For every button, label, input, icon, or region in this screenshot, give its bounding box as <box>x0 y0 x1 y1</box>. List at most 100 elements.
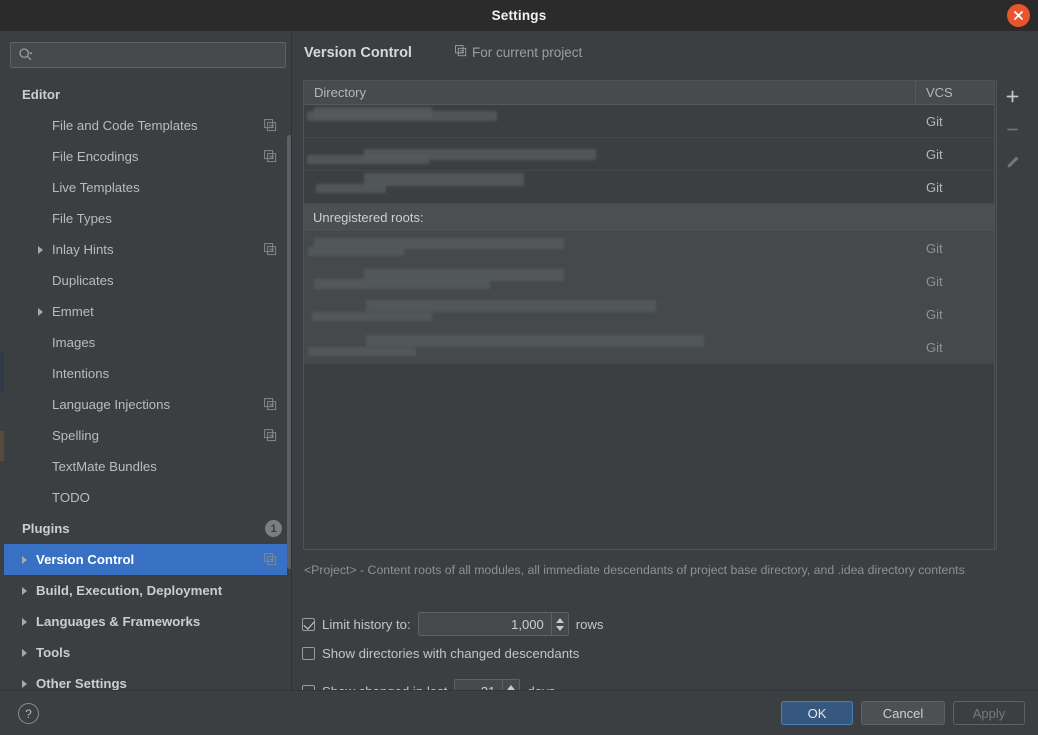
project-scope-icon <box>264 119 277 132</box>
sidebar-item-languages-frameworks[interactable]: Languages & Frameworks <box>4 606 292 637</box>
page-title: Version Control <box>304 45 412 61</box>
redaction-bar <box>312 312 432 321</box>
sidebar-item-spelling[interactable]: Spelling <box>4 420 292 451</box>
ok-button[interactable]: OK <box>781 701 853 725</box>
column-header-directory[interactable]: Directory <box>304 81 916 104</box>
sidebar-item-label: Languages & Frameworks <box>36 614 201 629</box>
expand-arrow-icon[interactable] <box>38 307 43 316</box>
sidebar-item-duplicates[interactable]: Duplicates <box>4 265 292 296</box>
apply-button[interactable]: Apply <box>953 701 1025 725</box>
sidebar-item-label: Version Control <box>36 552 135 567</box>
sidebar-item-language-injections[interactable]: Language Injections <box>4 389 292 420</box>
column-header-vcs[interactable]: VCS <box>916 81 994 104</box>
option-show-changed-descendants: Show directories with changed descendant… <box>302 646 579 661</box>
directory-cell-redacted[interactable] <box>304 331 916 363</box>
sidebar-item-label: Spelling <box>52 428 99 443</box>
settings-tree: Editor File and Code Templates File Encodi… <box>4 79 292 690</box>
project-scope-icon <box>455 45 467 60</box>
expand-arrow-icon[interactable] <box>22 555 27 564</box>
sidebar-item-todo[interactable]: TODO <box>4 482 292 513</box>
vcs-directory-table: Directory VCS Git Git Git Unregistered root… <box>303 80 995 550</box>
sidebar-item-file-types[interactable]: File Types <box>4 203 292 234</box>
limit-history-checkbox[interactable] <box>302 617 315 631</box>
table-row[interactable]: Git <box>304 232 994 265</box>
directory-cell-redacted[interactable] <box>304 265 916 297</box>
redaction-bar <box>308 347 416 356</box>
sidebar-item-label: File Encodings <box>52 149 139 164</box>
sidebar-item-label: Live Templates <box>52 180 140 195</box>
sidebar-item-label: Intentions <box>52 366 110 381</box>
table-row[interactable]: Git <box>304 105 994 138</box>
project-scope-icon <box>264 398 277 411</box>
sidebar-item-other-settings[interactable]: Other Settings <box>4 668 292 690</box>
project-scope-icon <box>264 243 277 256</box>
stepper-up-icon[interactable] <box>555 617 564 623</box>
vcs-cell: Git <box>926 113 943 129</box>
help-icon[interactable]: ? <box>18 703 39 724</box>
sidebar-item-images[interactable]: Images <box>4 327 292 358</box>
sidebar-item-version-control[interactable]: Version Control <box>4 544 292 575</box>
vcs-cell: Git <box>926 339 943 355</box>
sidebar-item-label: Plugins <box>22 521 70 536</box>
add-button[interactable] <box>997 80 1027 113</box>
expand-arrow-icon[interactable] <box>22 617 27 626</box>
sidebar-item-textmate-bundles[interactable]: TextMate Bundles <box>4 451 292 482</box>
limit-history-label: Limit history to: <box>322 616 411 632</box>
limit-history-stepper-arrows[interactable] <box>550 613 568 635</box>
close-icon[interactable] <box>1007 4 1030 27</box>
vcs-cell: Git <box>926 146 943 162</box>
scope-label: For current project <box>471 45 583 60</box>
directory-cell-redacted[interactable] <box>304 138 916 170</box>
sidebar-item-inlay-hints[interactable]: Inlay Hints <box>4 234 292 265</box>
table-row[interactable]: Git <box>304 265 994 298</box>
plugins-update-badge: 1 <box>265 520 282 537</box>
sidebar-item-tools[interactable]: Tools <box>4 637 292 668</box>
sidebar-item-label: Other Settings <box>36 676 127 690</box>
limit-history-stepper[interactable]: 1,000 <box>417 612 569 636</box>
directory-cell-redacted[interactable] <box>304 171 916 203</box>
stepper-up-icon[interactable] <box>507 684 516 690</box>
title-bar: Settings <box>0 0 1038 31</box>
settings-sidebar: Editor File and Code Templates File Encodi… <box>4 31 292 690</box>
directory-cell-redacted[interactable] <box>304 298 916 330</box>
limit-history-suffix: rows <box>575 616 604 632</box>
show-changed-descendants-label: Show directories with changed descendant… <box>322 646 580 661</box>
table-row[interactable]: Git <box>304 298 994 331</box>
redaction-bar <box>308 247 404 256</box>
stepper-down-icon[interactable] <box>555 625 564 631</box>
search-input[interactable] <box>34 48 285 62</box>
expand-arrow-icon[interactable] <box>22 586 27 595</box>
remove-button[interactable] <box>997 113 1027 146</box>
expand-arrow-icon[interactable] <box>38 245 43 254</box>
sidebar-item-build-execution-deployment[interactable]: Build, Execution, Deployment <box>4 575 292 606</box>
sidebar-item-label: Editor <box>22 87 61 102</box>
search-field-wrapper <box>10 42 286 68</box>
redaction-bar <box>366 300 656 312</box>
cancel-button[interactable]: Cancel <box>861 701 945 725</box>
sidebar-item-live-templates[interactable]: Live Templates <box>4 172 292 203</box>
unregistered-roots-section-label: Unregistered roots: <box>304 204 994 232</box>
directory-cell-redacted[interactable] <box>304 232 916 264</box>
sidebar-item-file-encodings[interactable]: File Encodings <box>4 141 292 172</box>
sidebar-item-editor[interactable]: Editor <box>4 79 292 110</box>
table-row[interactable]: Git <box>304 171 994 204</box>
edit-pencil-icon[interactable] <box>997 146 1027 179</box>
expand-arrow-icon[interactable] <box>22 648 27 657</box>
window-title: Settings <box>491 8 547 23</box>
expand-arrow-icon[interactable] <box>22 679 27 688</box>
table-row[interactable]: Git <box>304 331 994 364</box>
table-row[interactable]: Git <box>304 138 994 171</box>
limit-history-value[interactable]: 1,000 <box>419 613 551 635</box>
search-box[interactable] <box>10 42 286 68</box>
sidebar-item-emmet[interactable]: Emmet <box>4 296 292 327</box>
scope-indicator: For current project <box>455 45 582 60</box>
vcs-cell: Git <box>926 240 943 256</box>
directory-cell-redacted[interactable] <box>304 105 916 137</box>
sidebar-item-file-and-code-templates[interactable]: File and Code Templates <box>4 110 292 141</box>
sidebar-item-plugins[interactable]: Plugins 1 <box>4 513 292 544</box>
redaction-bar <box>316 184 386 193</box>
show-changed-descendants-checkbox[interactable] <box>302 647 315 660</box>
table-header-row: Directory VCS <box>304 81 994 105</box>
sidebar-item-label: TODO <box>52 490 90 505</box>
sidebar-item-intentions[interactable]: Intentions <box>4 358 292 389</box>
